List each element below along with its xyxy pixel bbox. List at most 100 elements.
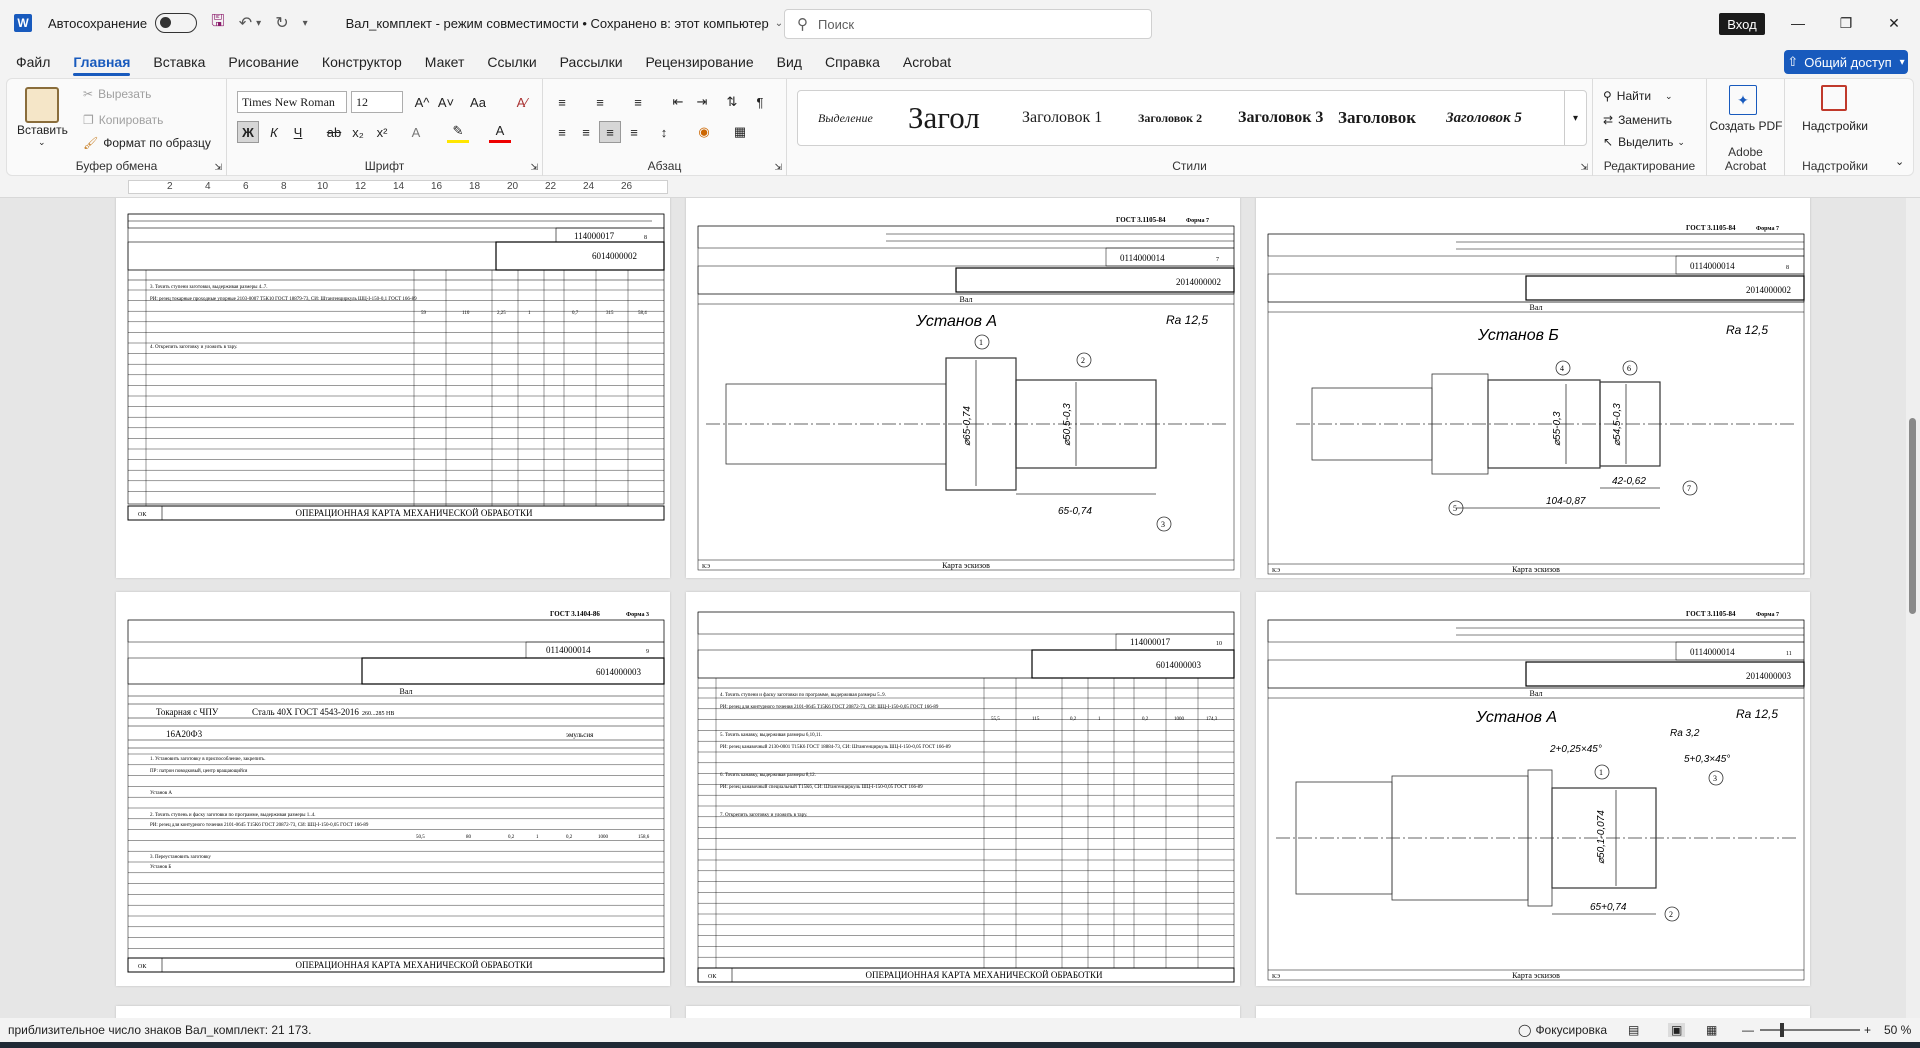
addins-button[interactable]: Надстройки — [1785, 119, 1885, 133]
vertical-scrollbar[interactable] — [1906, 198, 1920, 1018]
format-painter-button[interactable]: 🖌 Формат по образцу — [83, 136, 211, 150]
paragraph-launcher-icon[interactable]: ⇲ — [774, 162, 782, 173]
restore-icon[interactable]: ❐ — [1823, 10, 1869, 36]
page-next-3[interactable] — [1256, 1006, 1810, 1018]
style-heading[interactable]: Заголовок — [1338, 91, 1434, 145]
styles-launcher-icon[interactable]: ⇲ — [1580, 162, 1588, 173]
tab-design[interactable]: Конструктор — [322, 54, 402, 70]
style-heading2[interactable]: Заголовок 2 — [1138, 91, 1218, 145]
page-operation-card-3[interactable]: 114000017 10 6014000003 4. Точить ступен… — [686, 592, 1240, 986]
borders-icon[interactable]: ▦ — [729, 121, 751, 143]
shrink-font-button[interactable]: A˅ — [435, 91, 457, 113]
signin-button[interactable]: Вход — [1719, 13, 1765, 35]
cut-button[interactable]: ✂ Вырезать — [83, 87, 151, 101]
underline-button[interactable]: Ч — [287, 121, 309, 143]
shading-icon[interactable]: ◉ — [693, 121, 715, 143]
bold-button[interactable]: Ж — [237, 121, 259, 143]
numbering-icon[interactable]: ≡ — [589, 91, 611, 113]
zoom-slider[interactable] — [1760, 1029, 1860, 1031]
share-button[interactable]: ⇧ Общий доступ ▾ — [1784, 50, 1908, 74]
ruler-track[interactable]: 2 4 6 8 10 12 14 16 18 20 22 24 26 — [128, 180, 668, 194]
justify-icon[interactable]: ≡ — [623, 121, 645, 143]
align-center-icon[interactable]: ≡ — [575, 121, 597, 143]
page-operation-card-1[interactable]: 114000017 8 6014000002 3. Точить ступени… — [116, 198, 670, 578]
tab-insert[interactable]: Вставка — [153, 54, 205, 70]
zoom-slider-thumb[interactable] — [1780, 1023, 1784, 1037]
increase-indent-icon[interactable]: ⇥ — [691, 91, 713, 113]
document-title[interactable]: Вал_комплект - режим совместимости • Сох… — [346, 16, 769, 31]
undo-icon[interactable]: ↶ — [239, 13, 252, 33]
create-pdf-icon[interactable]: ✦ — [1729, 85, 1757, 115]
clipboard-launcher-icon[interactable]: ⇲ — [214, 162, 222, 173]
font-name-box[interactable]: Times New Roman — [237, 91, 347, 113]
document-canvas[interactable]: 114000017 8 6014000002 3. Точить ступени… — [0, 198, 1906, 1018]
font-color-icon[interactable]: A — [489, 121, 511, 143]
bullets-icon[interactable]: ≡ — [551, 91, 573, 113]
zoom-out-icon[interactable]: — — [1742, 1023, 1754, 1037]
style-heading3[interactable]: Заголовок 3 — [1238, 91, 1328, 145]
paste-dropdown-icon[interactable]: ⌄ — [38, 137, 46, 148]
tab-file[interactable]: Файл — [16, 54, 50, 70]
redo-icon[interactable]: ↻ — [275, 13, 288, 33]
page-sketch-card-3[interactable]: ГОСТ 3.1105-84 Форма 7 0114000014 11 201… — [1256, 592, 1810, 986]
search-box[interactable]: ⚲ Поиск — [784, 9, 1152, 39]
select-button[interactable]: ↖ Выделить ⌄ — [1603, 135, 1685, 149]
page-operation-card-2[interactable]: ГОСТ 3.1404-86 Форма 3 0114000014 9 6014… — [116, 592, 670, 986]
page-sketch-card-1[interactable]: ГОСТ 3.1105-84 Форма 7 0114000014 7 2014… — [686, 198, 1240, 578]
text-effects-icon[interactable]: A — [405, 121, 427, 143]
tab-help[interactable]: Справка — [825, 54, 880, 70]
paste-icon[interactable] — [25, 87, 59, 123]
scrollbar-thumb[interactable] — [1909, 418, 1916, 614]
style-title[interactable]: Загол — [908, 91, 1012, 145]
tab-references[interactable]: Ссылки — [487, 54, 536, 70]
clear-format-icon[interactable]: A∕ — [511, 91, 533, 113]
find-button[interactable]: ⚲ Найти ⌄ — [1603, 89, 1673, 103]
autosave-toggle[interactable] — [155, 13, 198, 33]
horizontal-ruler[interactable]: 2 4 6 8 10 12 14 16 18 20 22 24 26 — [0, 176, 1920, 198]
sort-icon[interactable]: ⇅ — [721, 91, 743, 113]
web-layout-icon[interactable]: ▦ — [1706, 1023, 1717, 1037]
style-heading1[interactable]: Заголовок 1 — [1022, 91, 1126, 145]
page-next-1[interactable] — [116, 1006, 670, 1018]
align-left-icon[interactable]: ≡ — [551, 121, 573, 143]
styles-more-icon[interactable]: ▾ — [1564, 91, 1586, 145]
superscript-button[interactable]: x² — [371, 121, 393, 143]
read-mode-icon[interactable]: ▤ — [1628, 1023, 1639, 1037]
align-right-icon[interactable]: ≡ — [599, 121, 621, 143]
word-count[interactable]: приблизительное число знаков Вал_комплек… — [8, 1023, 311, 1037]
tab-review[interactable]: Рецензирование — [646, 54, 754, 70]
change-case-button[interactable]: Aa — [463, 91, 493, 113]
grow-font-button[interactable]: A^ — [411, 91, 433, 113]
copy-button[interactable]: ❐ Копировать — [83, 113, 163, 127]
tab-home[interactable]: Главная — [73, 54, 130, 76]
create-pdf-button[interactable]: Создать PDF — [1707, 119, 1785, 133]
zoom-in-icon[interactable]: + — [1864, 1023, 1871, 1037]
subscript-button[interactable]: x₂ — [347, 121, 369, 143]
undo-dropdown-icon[interactable]: ▾ — [256, 18, 261, 29]
highlight-icon[interactable]: ✎ — [447, 121, 469, 143]
tab-acrobat[interactable]: Acrobat — [903, 54, 951, 70]
font-launcher-icon[interactable]: ⇲ — [530, 162, 538, 173]
title-chevron-icon[interactable]: ⌄ — [775, 18, 783, 29]
decrease-indent-icon[interactable]: ⇤ — [667, 91, 689, 113]
minimize-icon[interactable]: — — [1775, 10, 1821, 36]
save-icon[interactable]: 🖫 — [211, 10, 225, 37]
tab-draw[interactable]: Рисование — [228, 54, 299, 70]
page-next-2[interactable] — [686, 1006, 1240, 1018]
style-emphasis[interactable]: Выделение — [818, 91, 884, 145]
page-sketch-card-2[interactable]: ГОСТ 3.1105-84 Форма 7 0114000014 8 2014… — [1256, 198, 1810, 578]
font-size-box[interactable]: 12 — [351, 91, 403, 113]
style-heading5[interactable]: Заголовок 5 — [1446, 91, 1546, 145]
line-spacing-icon[interactable]: ↕ — [653, 121, 675, 143]
show-marks-icon[interactable]: ¶ — [749, 91, 771, 113]
close-icon[interactable]: ✕ — [1871, 10, 1917, 36]
customize-quick-access-icon[interactable]: ▾ — [303, 18, 308, 29]
zoom-level[interactable]: 50 % — [1884, 1023, 1911, 1037]
replace-button[interactable]: ⇄ Заменить — [1603, 113, 1672, 127]
focus-button[interactable]: ◯ Фокусировка — [1518, 1023, 1607, 1037]
collapse-ribbon-icon[interactable]: ⌄ — [1895, 155, 1904, 168]
tab-view[interactable]: Вид — [777, 54, 802, 70]
italic-button[interactable]: К — [263, 121, 285, 143]
tab-layout[interactable]: Макет — [425, 54, 465, 70]
strikethrough-button[interactable]: ab — [323, 121, 345, 143]
